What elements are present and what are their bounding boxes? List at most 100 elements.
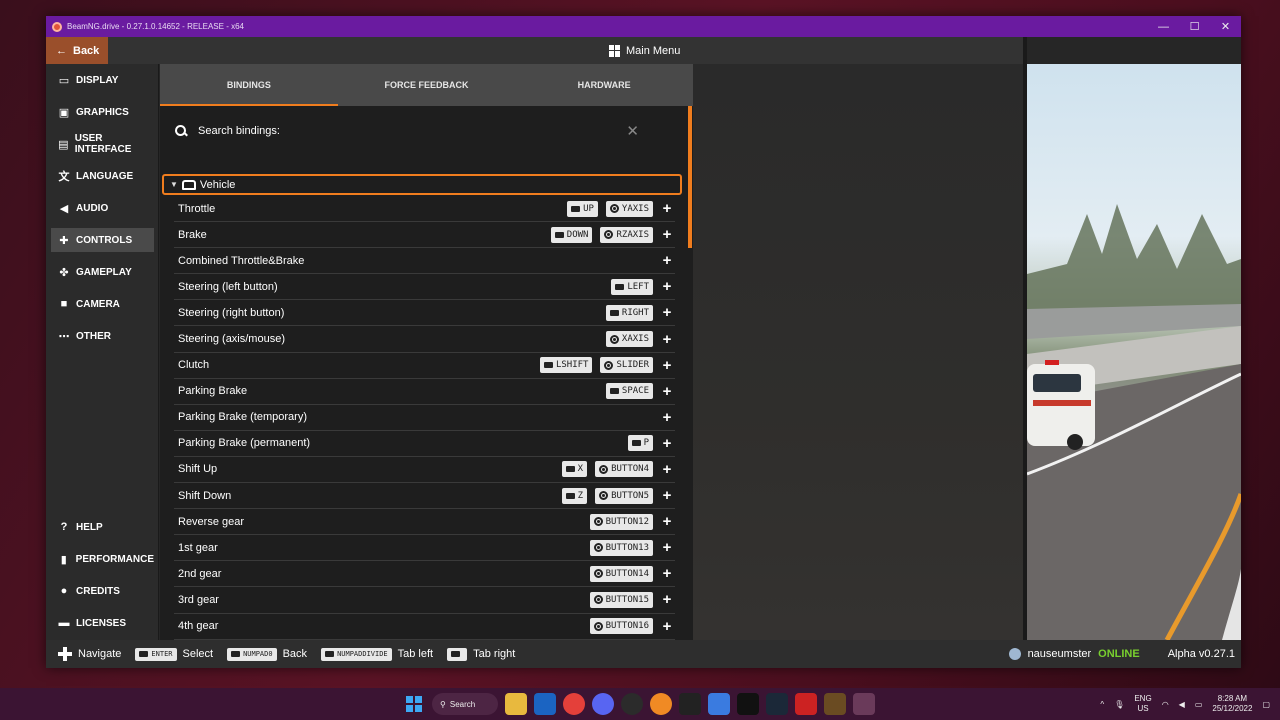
binding-row[interactable]: Steering (left button) LEFT + xyxy=(174,274,675,301)
add-binding-icon[interactable]: + xyxy=(661,591,673,608)
sidebar-item-credits[interactable]: ● CREDITS xyxy=(51,579,154,603)
add-binding-icon[interactable]: + xyxy=(661,252,673,269)
binding-row[interactable]: Brake DOWN RZAXIS + xyxy=(174,222,675,249)
binding-row[interactable]: Shift Up X BUTTON4 + xyxy=(174,457,675,484)
binding-row[interactable]: Combined Throttle&Brake + xyxy=(174,248,675,275)
language-indicator[interactable]: ENG US xyxy=(1134,694,1151,714)
window-titlebar[interactable]: BeamNG.drive - 0.27.1.0.14652 - RELEASE … xyxy=(46,16,1241,37)
add-binding-icon[interactable]: + xyxy=(661,409,673,426)
add-binding-icon[interactable]: + xyxy=(661,539,673,556)
sidebar-item-licenses[interactable]: ▬ LICENSES xyxy=(51,611,154,635)
sidebar-item-camera[interactable]: ■ CAMERA xyxy=(51,292,154,316)
controller-binding[interactable]: BUTTON5 xyxy=(595,487,653,504)
search-bindings-input[interactable] xyxy=(198,125,618,137)
controller-binding[interactable]: BUTTON12 xyxy=(589,513,653,530)
sidebar-item-controls[interactable]: ✚ CONTROLS xyxy=(51,228,154,252)
binding-row[interactable]: Clutch LSHIFT SLIDER + xyxy=(174,353,675,379)
sidebar-item-graphics[interactable]: ▣ GRAPHICS xyxy=(51,100,154,124)
microphone-icon[interactable]: 🎙 xyxy=(1114,700,1124,709)
notification-icon[interactable]: ▢ xyxy=(1262,700,1270,709)
racing-app-icon[interactable] xyxy=(795,693,817,715)
binding-row[interactable]: Throttle UP YAXIS + xyxy=(174,196,675,223)
controller-binding[interactable]: BUTTON16 xyxy=(589,618,653,635)
controller-binding[interactable]: RZAXIS xyxy=(600,226,653,243)
add-binding-icon[interactable]: + xyxy=(661,331,673,348)
category-vehicle[interactable]: ▼ Vehicle xyxy=(162,174,682,195)
maximize-button[interactable]: ☐ xyxy=(1179,16,1210,37)
beamng-taskbar-icon[interactable] xyxy=(853,693,875,715)
blender-icon[interactable] xyxy=(650,693,672,715)
steam-taskbar-icon[interactable] xyxy=(766,693,788,715)
keyboard-binding[interactable]: UP xyxy=(567,200,598,217)
add-binding-icon[interactable]: + xyxy=(661,618,673,635)
windows-start-icon[interactable] xyxy=(403,693,425,715)
binding-row[interactable]: 2nd gear BUTTON14 + xyxy=(174,561,675,588)
tab-bindings[interactable]: BINDINGS xyxy=(160,64,338,106)
select-hint[interactable]: ENTER Select xyxy=(135,647,213,661)
add-binding-icon[interactable]: + xyxy=(661,461,673,478)
tab-hardware[interactable]: HARDWARE xyxy=(515,64,693,106)
game-app-icon[interactable] xyxy=(824,693,846,715)
keyboard-binding[interactable]: LEFT xyxy=(611,278,653,295)
keyboard-binding[interactable]: Z xyxy=(561,487,588,504)
add-binding-icon[interactable]: + xyxy=(661,278,673,295)
sidebar-item-gameplay[interactable]: ✤ GAMEPLAY xyxy=(51,260,154,284)
minimize-button[interactable]: — xyxy=(1148,16,1179,37)
close-button[interactable]: ✕ xyxy=(1210,16,1241,37)
keyboard-binding[interactable]: LSHIFT xyxy=(539,357,593,374)
tab-force-feedback[interactable]: FORCE FEEDBACK xyxy=(338,64,516,106)
file-explorer-icon[interactable] xyxy=(505,693,527,715)
sidebar-item-language[interactable]: 文 LANGUAGE xyxy=(51,164,154,188)
volume-icon[interactable]: ◀ xyxy=(1179,700,1185,709)
sidebar-item-help[interactable]: ? HELP xyxy=(51,515,154,539)
keyboard-binding[interactable]: X xyxy=(561,461,588,478)
binding-row[interactable]: Parking Brake (temporary) + xyxy=(174,405,675,431)
controller-binding[interactable]: SLIDER xyxy=(600,357,653,374)
epic-games-icon[interactable] xyxy=(737,693,759,715)
back-hint[interactable]: NUMPAD0 Back xyxy=(227,647,307,661)
wifi-icon[interactable]: ◠ xyxy=(1162,700,1169,709)
controller-binding[interactable]: BUTTON4 xyxy=(595,461,653,478)
binding-row[interactable]: 1st gear BUTTON13 + xyxy=(174,535,675,562)
add-binding-icon[interactable]: + xyxy=(661,435,673,452)
binding-row[interactable]: 3rd gear BUTTON15 + xyxy=(174,587,675,614)
controller-binding[interactable]: YAXIS xyxy=(605,200,653,217)
keyboard-binding[interactable]: RIGHT xyxy=(605,304,653,321)
add-binding-icon[interactable]: + xyxy=(661,304,673,321)
binding-row[interactable]: Reverse gear BUTTON12 + xyxy=(174,509,675,536)
sidebar-item-display[interactable]: ▭ DISPLAY xyxy=(51,68,154,92)
clock[interactable]: 8:28 AM 25/12/2022 xyxy=(1212,694,1252,714)
tab-left-hint[interactable]: NUMPADDIVIDE Tab left xyxy=(321,647,433,661)
chevron-up-icon[interactable]: ^ xyxy=(1100,700,1104,709)
sidebar-item-performance[interactable]: ▮ PERFORMANCE xyxy=(51,547,154,571)
add-binding-icon[interactable]: + xyxy=(661,383,673,400)
controller-binding[interactable]: BUTTON13 xyxy=(589,539,653,556)
tab-right-hint[interactable]: Tab right xyxy=(447,647,515,661)
back-button[interactable]: ← Back xyxy=(46,37,108,64)
binding-row[interactable]: 4th gear BUTTON16 + xyxy=(174,614,675,640)
controller-binding[interactable]: BUTTON14 xyxy=(589,565,653,582)
binding-row[interactable]: Steering (right button) RIGHT + xyxy=(174,300,675,327)
sidebar-item-audio[interactable]: ◀ AUDIO xyxy=(51,196,154,220)
add-binding-icon[interactable]: + xyxy=(661,565,673,582)
keyboard-binding[interactable]: P xyxy=(627,435,653,452)
controller-binding[interactable]: XAXIS xyxy=(605,331,653,348)
taskbar-search[interactable]: ⚲ Search xyxy=(432,693,498,715)
messaging-app-icon[interactable] xyxy=(679,693,701,715)
binding-row[interactable]: Parking Brake SPACE + xyxy=(174,379,675,405)
add-binding-icon[interactable]: + xyxy=(661,200,673,217)
main-menu-button[interactable]: Main Menu xyxy=(609,37,680,64)
obs-icon[interactable] xyxy=(621,693,643,715)
add-binding-icon[interactable]: + xyxy=(661,357,673,374)
discord-icon[interactable] xyxy=(592,693,614,715)
clear-search-icon[interactable]: ✕ xyxy=(626,122,639,140)
binding-row[interactable]: Steering (axis/mouse) XAXIS + xyxy=(174,326,675,353)
add-binding-icon[interactable]: + xyxy=(661,226,673,243)
keyboard-binding[interactable]: SPACE xyxy=(605,383,653,400)
battery-icon[interactable]: ▭ xyxy=(1195,700,1203,709)
controller-binding[interactable]: BUTTON15 xyxy=(589,591,653,608)
outlook-icon[interactable] xyxy=(534,693,556,715)
chrome-icon[interactable] xyxy=(563,693,585,715)
keyboard-binding[interactable]: DOWN xyxy=(550,226,593,243)
binding-row[interactable]: Parking Brake (permanent) P + xyxy=(174,431,675,457)
